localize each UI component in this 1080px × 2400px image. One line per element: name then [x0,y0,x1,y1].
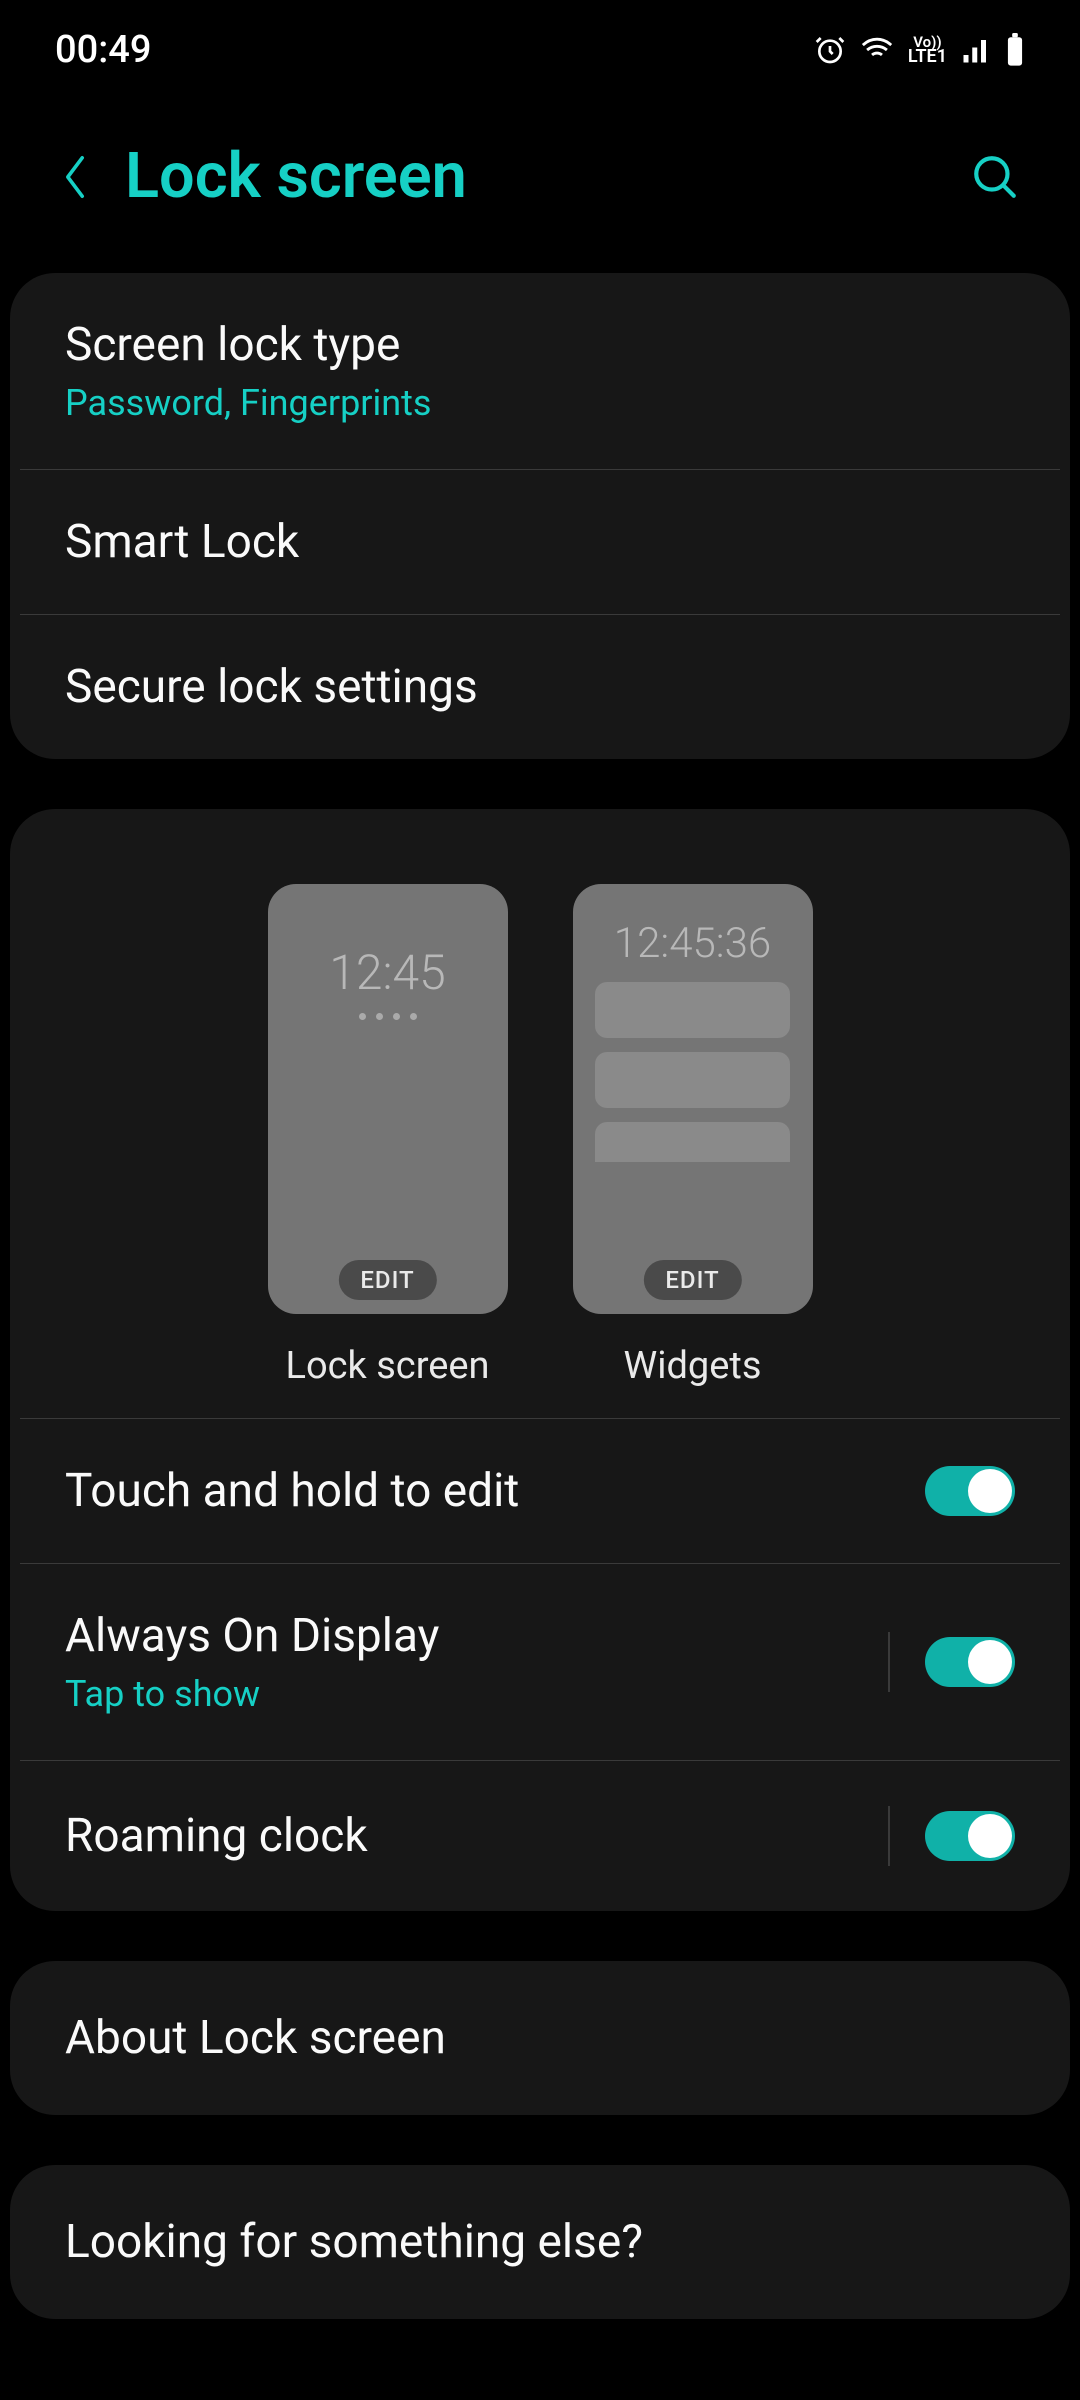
aod-row[interactable]: Always On Display Tap to show [20,1563,1060,1760]
network-type: Vo)) LTE1 [908,36,947,64]
divider [888,1632,890,1692]
battery-icon [1005,33,1025,67]
widget-placeholder-icon [595,982,790,1038]
lockscreen-caption: Lock screen [285,1344,489,1388]
aod-label: Always On Display [65,1609,868,1663]
widgets-clock: 12:45:36 [614,919,771,968]
app-header: Lock screen [0,100,1080,273]
aod-toggle[interactable] [925,1637,1015,1687]
widgets-edit-button[interactable]: EDIT [643,1260,741,1300]
status-bar: 00:49 Vo)) LTE1 [0,0,1080,100]
widgets-thumbnail: 12:45:36 EDIT [573,884,813,1314]
lockscreen-thumbnail: 12:45 EDIT [268,884,508,1314]
lockscreen-preview[interactable]: 12:45 EDIT Lock screen [268,884,508,1388]
touch-hold-row[interactable]: Touch and hold to edit [20,1418,1060,1563]
alarm-icon [814,34,846,66]
search-button[interactable] [965,147,1025,207]
touch-hold-toggle[interactable] [925,1466,1015,1516]
divider [888,1806,890,1866]
secure-lock-row[interactable]: Secure lock settings [20,614,1060,759]
preview-group: 12:45 EDIT Lock screen 12:45:36 EDIT Wid… [10,809,1070,1911]
back-button[interactable] [55,157,95,197]
roaming-label: Roaming clock [65,1809,868,1863]
screen-lock-type-row[interactable]: Screen lock type Password, Fingerprints [10,273,1070,469]
screen-lock-type-sub: Password, Fingerprints [65,382,1015,424]
preview-row: 12:45 EDIT Lock screen 12:45:36 EDIT Wid… [10,809,1070,1418]
widget-placeholder-icon [595,1052,790,1108]
page-dots-icon [359,1013,417,1020]
widgets-caption: Widgets [624,1344,762,1388]
wifi-icon [860,33,894,67]
about-row[interactable]: About Lock screen [10,1961,1070,2115]
looking-for-label: Looking for something else? [65,2215,1015,2269]
lock-settings-group: Screen lock type Password, Fingerprints … [10,273,1070,759]
roaming-toggle[interactable] [925,1811,1015,1861]
widget-placeholder-icon [595,1122,790,1162]
smart-lock-row[interactable]: Smart Lock [20,469,1060,614]
touch-hold-label: Touch and hold to edit [65,1464,925,1518]
about-label: About Lock screen [65,2011,1015,2065]
status-time: 00:49 [55,28,151,72]
looking-for-row[interactable]: Looking for something else? [10,2165,1070,2319]
secure-lock-label: Secure lock settings [65,660,1015,714]
aod-sub: Tap to show [65,1673,868,1715]
screen-lock-type-label: Screen lock type [65,318,1015,372]
roaming-row[interactable]: Roaming clock [20,1760,1060,1911]
lockscreen-edit-button[interactable]: EDIT [338,1260,436,1300]
smart-lock-label: Smart Lock [65,515,1015,569]
lockscreen-clock: 12:45 [329,944,446,1001]
page-title: Lock screen [125,140,935,213]
signal-icon [961,35,991,65]
widgets-preview[interactable]: 12:45:36 EDIT Widgets [573,884,813,1388]
status-icons: Vo)) LTE1 [814,33,1025,67]
